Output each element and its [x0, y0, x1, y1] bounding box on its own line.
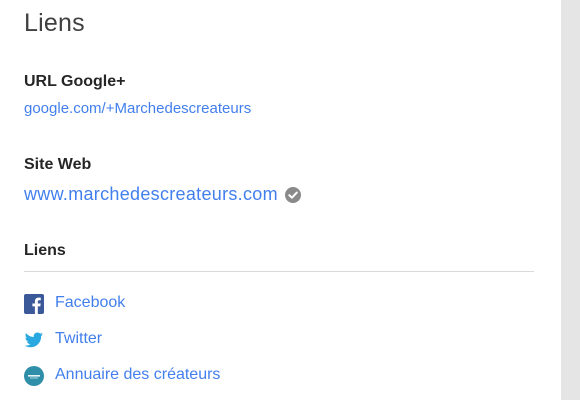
- website-link[interactable]: www.marchedescreateurs.com: [24, 184, 278, 205]
- facebook-link[interactable]: Facebook: [55, 294, 125, 312]
- link-item-annuaire[interactable]: Annuaire des créateurs: [24, 365, 220, 387]
- link-item-facebook[interactable]: Facebook: [24, 293, 125, 315]
- links-divider: [24, 271, 534, 272]
- link-item-twitter[interactable]: Twitter: [24, 329, 102, 351]
- twitter-link[interactable]: Twitter: [55, 330, 102, 348]
- website-label: Site Web: [24, 156, 92, 173]
- site-favicon-icon: [24, 366, 44, 386]
- google-plus-url-label: URL Google+: [24, 73, 126, 90]
- facebook-icon: [24, 294, 44, 314]
- links-label: Liens: [24, 242, 66, 259]
- page-title: Liens: [24, 9, 85, 37]
- website-row: www.marchedescreateurs.com: [24, 182, 301, 206]
- twitter-icon: [24, 330, 44, 350]
- google-plus-url-link[interactable]: google.com/+Marchedescreateurs: [24, 100, 251, 117]
- profile-links-card: Liens URL Google+ google.com/+Marchedesc…: [0, 0, 561, 400]
- annuaire-link[interactable]: Annuaire des créateurs: [55, 366, 220, 384]
- verified-check-icon: [284, 187, 301, 203]
